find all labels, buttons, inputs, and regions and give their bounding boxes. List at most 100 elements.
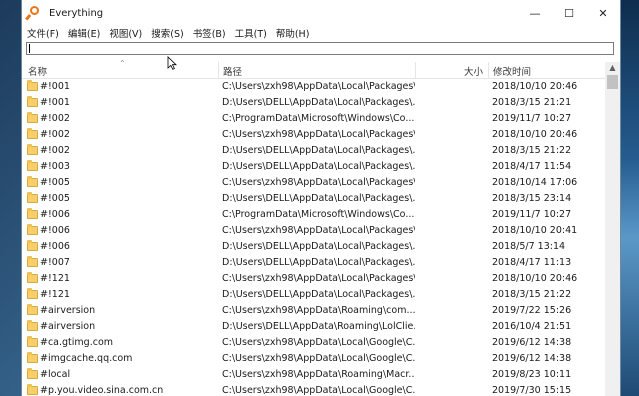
row-name: #!002 bbox=[40, 129, 70, 140]
column-path-header[interactable]: 路径 bbox=[223, 64, 242, 78]
row-date: 2019/6/12 14:38 bbox=[492, 337, 572, 348]
row-name: #!001 bbox=[40, 97, 70, 108]
row-path: D:\Users\DELL\AppData\Local\Packages\... bbox=[222, 289, 415, 300]
row-date: 2019/6/12 14:38 bbox=[492, 353, 572, 364]
menu-tools[interactable]: 工具(T) bbox=[235, 26, 267, 40]
row-name: #!007 bbox=[40, 257, 70, 268]
row-path: C:\Users\zxh98\AppData\Local\Packages\..… bbox=[222, 81, 415, 92]
row-date: 2019/11/7 10:27 bbox=[492, 113, 572, 124]
column-date-header[interactable]: 修改时间 bbox=[493, 64, 531, 78]
table-row[interactable]: #!121 C:\Users\zxh98\AppData\Local\Packag… bbox=[22, 271, 605, 287]
column-divider[interactable] bbox=[218, 62, 219, 78]
row-name: #airversion bbox=[40, 305, 96, 316]
table-row[interactable]: #!006 C:\Users\zxh98\AppData\Local\Packag… bbox=[22, 223, 605, 239]
row-path: C:\Users\zxh98\AppData\Local\Google\C... bbox=[222, 385, 415, 396]
row-path: D:\Users\DELL\AppData\Local\Packages\... bbox=[222, 97, 415, 108]
column-divider[interactable] bbox=[415, 62, 416, 78]
table-row[interactable]: #p.you.video.sina.com.cn C:\Users\zxh98\A… bbox=[22, 383, 605, 396]
row-path: C:\Users\zxh98\AppData\Local\Packages\..… bbox=[222, 273, 415, 284]
row-path: D:\Users\DELL\AppData\Roaming\LolClie... bbox=[222, 321, 415, 332]
table-row[interactable]: #!002 D:\Users\DELL\AppData\Local\Package… bbox=[22, 143, 605, 159]
row-name: #!006 bbox=[40, 241, 70, 252]
menu-file[interactable]: 文件(F) bbox=[27, 26, 59, 40]
table-row[interactable]: #!005 D:\Users\DELL\AppData\Local\Package… bbox=[22, 191, 605, 207]
table-row[interactable]: #!002 C:\ProgramData\Microsoft\Windows\Co… bbox=[22, 111, 605, 127]
row-date: 2016/10/4 21:51 bbox=[492, 321, 572, 332]
maximize-icon: ☐ bbox=[564, 6, 574, 20]
folder-icon bbox=[27, 272, 38, 283]
folder-icon bbox=[27, 336, 38, 347]
table-row[interactable]: #!007 D:\Users\DELL\AppData\Local\Package… bbox=[22, 255, 605, 271]
window-title: Everything bbox=[49, 7, 104, 19]
everything-window: Everything — ☐ ✕ 文件(F) 编辑(E) 视图(V) 搜索(S)… bbox=[21, 0, 621, 396]
column-size-header[interactable]: 大小 bbox=[464, 64, 483, 78]
row-name: #!006 bbox=[40, 209, 70, 220]
table-row[interactable]: #!006 D:\Users\DELL\AppData\Local\Package… bbox=[22, 239, 605, 255]
row-date: 2019/7/30 15:15 bbox=[492, 385, 572, 396]
column-header: 名称 ⌃ 路径 大小 修改时间 bbox=[22, 59, 605, 79]
folder-icon bbox=[27, 304, 38, 315]
menu-bookmarks[interactable]: 书签(B) bbox=[193, 26, 226, 40]
folder-icon bbox=[27, 368, 38, 379]
row-date: 2018/3/15 21:22 bbox=[492, 145, 572, 156]
table-row[interactable]: #airversion C:\Users\zxh98\AppData\Roamin… bbox=[22, 303, 605, 319]
row-name: #p.you.video.sina.com.cn bbox=[40, 385, 164, 396]
text-caret bbox=[29, 44, 30, 53]
scroll-thumb[interactable] bbox=[607, 75, 618, 89]
row-name: #!005 bbox=[40, 193, 70, 204]
table-row[interactable]: #!002 C:\Users\zxh98\AppData\Local\Packag… bbox=[22, 127, 605, 143]
minimize-icon: — bbox=[529, 6, 541, 20]
row-date: 2018/4/17 11:54 bbox=[492, 161, 572, 172]
menu-bar: 文件(F) 编辑(E) 视图(V) 搜索(S) 书签(B) 工具(T) 帮助(H… bbox=[22, 26, 620, 40]
folder-icon bbox=[27, 288, 38, 299]
row-name: #airversion bbox=[40, 321, 96, 332]
row-path: D:\Users\DELL\AppData\Local\Packages\... bbox=[222, 161, 415, 172]
table-row[interactable]: #!001 C:\Users\zxh98\AppData\Local\Packag… bbox=[22, 79, 605, 95]
vertical-scrollbar[interactable]: ▲ bbox=[605, 62, 620, 396]
table-row[interactable]: #ca.gtimg.com C:\Users\zxh98\AppData\Loca… bbox=[22, 335, 605, 351]
folder-icon bbox=[27, 80, 38, 91]
row-name: #!001 bbox=[40, 81, 70, 92]
table-row[interactable]: #imgcache.qq.com C:\Users\zxh98\AppData\L… bbox=[22, 351, 605, 367]
row-path: C:\Users\zxh98\AppData\Local\Packages\..… bbox=[222, 225, 415, 236]
desktop-wallpaper-edge bbox=[618, 0, 639, 396]
menu-edit[interactable]: 编辑(E) bbox=[68, 26, 100, 40]
menu-view[interactable]: 视图(V) bbox=[109, 26, 142, 40]
column-divider[interactable] bbox=[488, 62, 489, 78]
folder-icon bbox=[27, 176, 38, 187]
everything-magnifier-icon bbox=[25, 6, 43, 21]
row-date: 2018/10/10 20:46 bbox=[492, 273, 578, 284]
row-date: 2018/10/10 20:46 bbox=[492, 129, 578, 140]
maximize-button[interactable]: ☐ bbox=[552, 0, 586, 26]
menu-search[interactable]: 搜索(S) bbox=[151, 26, 183, 40]
row-name: #!121 bbox=[40, 289, 70, 300]
row-name: #!003 bbox=[40, 161, 70, 172]
menu-help[interactable]: 帮助(H) bbox=[276, 26, 310, 40]
scroll-up-icon[interactable]: ▲ bbox=[605, 62, 620, 74]
table-row[interactable]: #!003 D:\Users\DELL\AppData\Local\Package… bbox=[22, 159, 605, 175]
row-date: 2019/11/7 10:27 bbox=[492, 209, 572, 220]
folder-icon bbox=[27, 112, 38, 123]
minimize-button[interactable]: — bbox=[518, 0, 552, 26]
sort-ascending-icon: ⌃ bbox=[119, 59, 126, 68]
column-name-header[interactable]: 名称 bbox=[28, 64, 47, 78]
table-row[interactable]: #!001 D:\Users\DELL\AppData\Local\Package… bbox=[22, 95, 605, 111]
row-date: 2018/5/7 13:14 bbox=[492, 241, 566, 252]
table-row[interactable]: #!121 D:\Users\DELL\AppData\Local\Package… bbox=[22, 287, 605, 303]
mouse-pointer-icon bbox=[167, 56, 177, 70]
folder-icon bbox=[27, 160, 38, 171]
table-row[interactable]: #airversion D:\Users\DELL\AppData\Roaming… bbox=[22, 319, 605, 335]
title-bar[interactable]: Everything — ☐ ✕ bbox=[22, 0, 620, 26]
folder-icon bbox=[27, 224, 38, 235]
row-name: #ca.gtimg.com bbox=[40, 337, 114, 348]
table-row[interactable]: #local C:\Users\zxh98\AppData\Roaming\Mac… bbox=[22, 367, 605, 383]
row-path: D:\Users\DELL\AppData\Local\Packages\... bbox=[222, 193, 415, 204]
table-row[interactable]: #!006 C:\ProgramData\Microsoft\Windows\Co… bbox=[22, 207, 605, 223]
row-path: C:\Users\zxh98\AppData\Local\Packages\..… bbox=[222, 177, 415, 188]
close-button[interactable]: ✕ bbox=[586, 0, 620, 26]
row-path: C:\Users\zxh98\AppData\Local\Packages\..… bbox=[222, 129, 415, 140]
folder-icon bbox=[27, 144, 38, 155]
table-row[interactable]: #!005 C:\Users\zxh98\AppData\Local\Packag… bbox=[22, 175, 605, 191]
search-input[interactable] bbox=[26, 42, 614, 55]
row-name: #!121 bbox=[40, 273, 70, 284]
